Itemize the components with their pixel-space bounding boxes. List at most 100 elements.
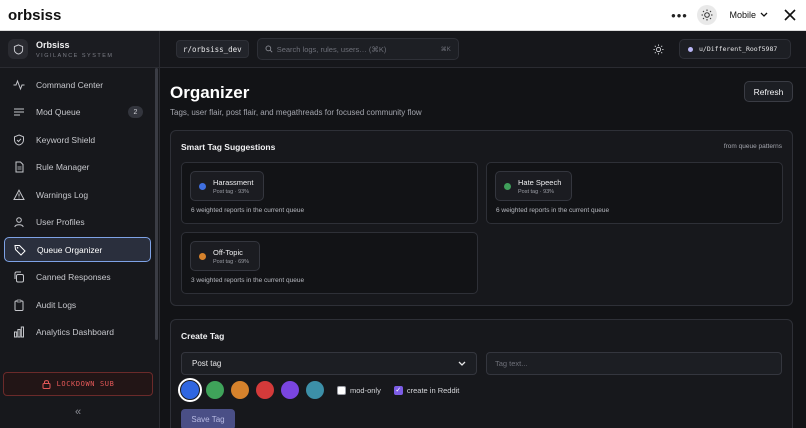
checkbox-box-checked[interactable]: ✓ <box>393 385 403 395</box>
sidebar-nav: Command Center Mod Queue 2 Keyword Shiel… <box>0 72 155 347</box>
sidebar-item-label: Keyword Shield <box>36 134 96 145</box>
tag-name: Harassment <box>213 177 254 187</box>
suggestion-item: Off-Topic Post tag · 69% 3 weighted repo… <box>181 232 478 294</box>
tag-text-placeholder: Tag text... <box>495 359 528 368</box>
color-swatch-orange[interactable] <box>231 381 249 399</box>
brand-name: orbsiss <box>8 6 62 24</box>
user-icon <box>12 215 26 229</box>
create-tag-card: Create Tag Post tag Tag text... mod-only… <box>170 319 793 428</box>
sidebar-item-user-profiles[interactable]: User Profiles <box>4 210 151 235</box>
sidebar-item-command-center[interactable]: Command Center <box>4 72 151 97</box>
device-label: Mobile <box>729 10 756 20</box>
sidebar-item-label: Mod Queue <box>36 107 81 117</box>
bar-chart-icon <box>12 325 26 339</box>
search-placeholder: Search logs, rules, users… (⌘K) <box>276 44 387 54</box>
tag-text-input[interactable]: Tag text... <box>486 352 782 375</box>
shield-icon <box>12 133 26 147</box>
sidebar-item-rule-manager[interactable]: Rule Manager <box>4 155 151 180</box>
main-header: r/orbsiss_dev Search logs, rules, users…… <box>160 31 806 68</box>
status-dot <box>688 46 693 52</box>
tag-name: Off-Topic <box>213 247 243 257</box>
suggestion-tag[interactable]: Hate Speech Post tag · 93% <box>495 171 573 201</box>
tag-color-dot <box>199 252 206 260</box>
sidebar-item-audit-logs[interactable]: Audit Logs <box>4 292 151 317</box>
user-menu[interactable]: u/Different_Roof5987 <box>679 39 791 59</box>
sidebar-item-canned-responses[interactable]: Canned Responses <box>4 265 151 290</box>
sidebar-item-label: Warnings Log <box>36 189 89 200</box>
shield-logo-icon <box>8 39 28 59</box>
sidebar-item-label: Command Center <box>36 79 104 90</box>
tag-color-dot <box>504 182 511 190</box>
sidebar-item-keyword-shield[interactable]: Keyword Shield <box>4 127 151 152</box>
sidebar-item-mod-queue[interactable]: Mod Queue 2 <box>4 100 151 125</box>
list-icon <box>12 105 26 119</box>
color-swatch-purple[interactable] <box>281 381 299 399</box>
tag-type-select[interactable]: Post tag <box>181 352 477 375</box>
clipboard-icon <box>12 298 26 312</box>
sidebar-item-label: User Profiles <box>36 217 85 227</box>
sidebar-item-label: Audit Logs <box>36 299 77 310</box>
sidebar-item-queue-organizer[interactable]: Queue Organizer <box>4 237 151 262</box>
theme-toggle-icon[interactable] <box>697 5 718 25</box>
app-tagline: VIGILANCE SYSTEM <box>36 52 114 59</box>
tag-meta: Post tag · 69% <box>213 258 250 265</box>
color-swatch-red[interactable] <box>256 381 274 399</box>
more-options-icon[interactable]: ••• <box>669 5 689 25</box>
tag-meta: Post tag · 93% <box>213 188 250 195</box>
app-name: Orbsiss <box>36 39 70 50</box>
card-hint: from queue patterns <box>723 143 782 150</box>
subreddit-selector[interactable]: r/orbsiss_dev <box>176 40 249 58</box>
sidebar-item-analytics-dashboard[interactable]: Analytics Dashboard <box>4 320 151 345</box>
tag-meta: Post tag · 93% <box>518 188 555 195</box>
chevron-down-icon <box>760 12 768 17</box>
color-swatch-green[interactable] <box>206 381 224 399</box>
sidebar-header: Orbsiss VIGILANCE SYSTEM <box>0 31 159 68</box>
copy-icon <box>12 270 26 284</box>
count-badge: 2 <box>128 106 143 118</box>
warning-icon <box>12 188 26 202</box>
collapse-sidebar-icon[interactable]: « <box>70 405 86 419</box>
checkbox-box[interactable] <box>337 385 346 395</box>
sidebar-item-warnings-log[interactable]: Warnings Log <box>4 182 151 207</box>
suggestion-description: 6 weighted reports in the current queue <box>191 207 305 214</box>
lockdown-button[interactable]: LOCKDOWN SUB <box>3 372 153 396</box>
save-tag-button[interactable]: Save Tag <box>181 409 235 428</box>
page-title: Organizer <box>170 83 250 102</box>
sidebar-item-label: Canned Responses <box>36 272 111 282</box>
card-title: Smart Tag Suggestions <box>181 142 276 152</box>
suggestion-tag[interactable]: Harassment Post tag · 93% <box>190 171 265 201</box>
close-icon[interactable] <box>782 7 798 23</box>
sidebar-scrollbar[interactable] <box>155 68 158 340</box>
card-title: Create Tag <box>181 331 225 341</box>
lockdown-label: LOCKDOWN SUB <box>56 380 115 388</box>
search-input[interactable]: Search logs, rules, users… (⌘K) ⌘K <box>256 38 459 60</box>
suggestion-description: 6 weighted reports in the current queue <box>496 207 610 214</box>
color-swatch-teal[interactable] <box>306 381 324 399</box>
suggestion-item: Hate Speech Post tag · 93% 6 weighted re… <box>486 162 783 224</box>
refresh-button[interactable]: Refresh <box>744 81 793 102</box>
sidebar-item-label: Queue Organizer <box>37 244 103 255</box>
tag-color-dot <box>199 182 206 190</box>
sidebar: Orbsiss VIGILANCE SYSTEM Command Center … <box>0 31 160 428</box>
tag-type-value: Post tag <box>192 359 222 368</box>
search-icon <box>265 45 273 53</box>
device-select[interactable]: Mobile <box>729 10 768 20</box>
page-subtitle: Tags, user flair, post flair, and megath… <box>170 108 422 117</box>
search-shortcut: ⌘K <box>440 46 451 53</box>
sidebar-item-label: Rule Manager <box>36 162 90 172</box>
document-icon <box>12 160 26 174</box>
activity-icon <box>12 78 26 92</box>
theme-toggle-icon[interactable] <box>648 39 668 59</box>
suggestion-item: Harassment Post tag · 93% 6 weighted rep… <box>181 162 478 224</box>
create-in-reddit-checkbox[interactable]: ✓ create in Reddit <box>393 385 459 395</box>
color-swatch-blue[interactable] <box>178 378 202 402</box>
lock-icon <box>42 380 51 389</box>
smart-tag-suggestions-card: Smart Tag Suggestions from queue pattern… <box>170 130 793 306</box>
tag-icon <box>13 243 27 257</box>
app-topbar: orbsiss ••• Mobile <box>0 0 806 31</box>
chevron-down-icon <box>458 361 466 366</box>
username: u/Different_Roof5987 <box>699 45 778 53</box>
tag-name: Hate Speech <box>518 177 562 187</box>
mod-only-checkbox[interactable]: mod-only <box>337 385 381 395</box>
suggestion-tag[interactable]: Off-Topic Post tag · 69% <box>190 241 261 271</box>
